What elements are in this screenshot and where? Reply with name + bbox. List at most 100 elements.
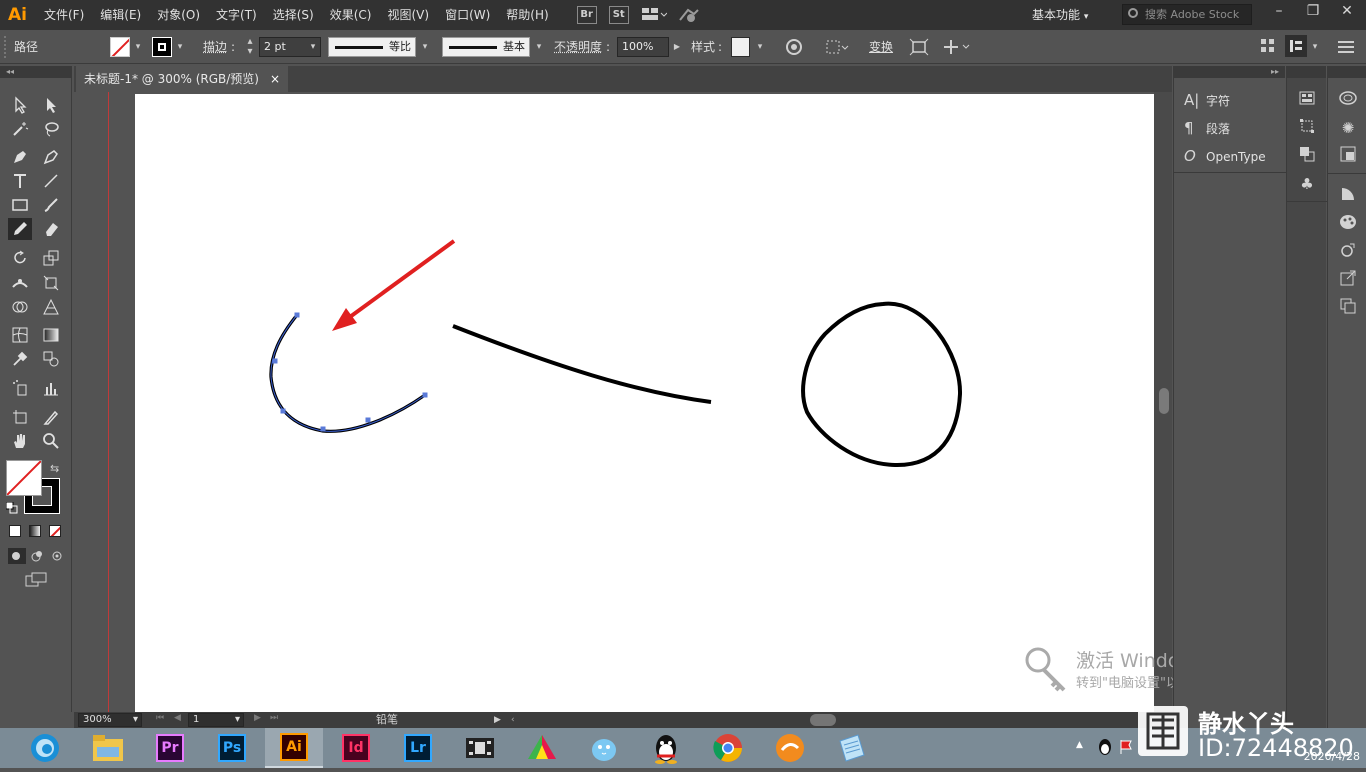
appearance-panel-icon[interactable]: ✺ (1338, 118, 1358, 138)
paintbrush-tool-icon[interactable] (39, 194, 63, 216)
direct-selection-tool-icon[interactable] (39, 94, 63, 116)
type-tool-icon[interactable] (8, 170, 32, 192)
menu-object[interactable]: 对象(O) (149, 0, 208, 30)
eraser-tool-icon[interactable] (39, 218, 63, 240)
paragraph-panel-tab[interactable]: ¶ 段落 (1184, 117, 1284, 139)
gpu-performance-icon[interactable] (677, 6, 707, 24)
first-artboard-icon[interactable]: ⏮ (156, 713, 164, 723)
column-graph-tool-icon[interactable] (39, 377, 63, 399)
chrome-icon[interactable] (699, 728, 757, 768)
stroke-label[interactable]: 描边 (203, 38, 227, 56)
shape-builder-tool-icon[interactable] (8, 296, 32, 318)
symbols-panel-icon[interactable]: ♣ (1297, 174, 1317, 194)
canvas[interactable] (74, 92, 1154, 712)
artboard[interactable] (135, 94, 1154, 712)
next-artboard-icon[interactable]: ▶ (254, 713, 261, 723)
flag-tray-icon[interactable] (1118, 738, 1136, 756)
video-editor-icon[interactable] (451, 728, 509, 768)
graphic-style-swatch[interactable] (731, 37, 750, 57)
opacity-arrow-icon[interactable]: ▶ (670, 37, 684, 57)
gradient-tool-icon[interactable] (39, 324, 63, 346)
bridge-button[interactable]: Br (576, 6, 597, 24)
last-artboard-icon[interactable]: ⏭ (270, 713, 278, 723)
fill-dropdown-icon[interactable]: ▾ (131, 37, 145, 57)
show-hidden-icons[interactable]: ▲ (1076, 740, 1083, 750)
fill-swatch[interactable] (110, 37, 130, 57)
zoom-tool-icon[interactable] (39, 430, 63, 452)
none-mode-icon[interactable] (49, 525, 61, 537)
curved-line-stroke[interactable] (452, 324, 712, 404)
close-window-button[interactable]: ✕ (1330, 0, 1364, 24)
stock-button[interactable]: St (608, 6, 629, 24)
line-segment-tool-icon[interactable] (39, 170, 63, 192)
stroke-dropdown-icon[interactable]: ▾ (173, 37, 187, 57)
rectangle-tool-icon[interactable] (8, 194, 32, 216)
artboard-number-select[interactable]: 1 ▾ (188, 713, 244, 727)
illustrator-app-button[interactable]: Ai (265, 728, 323, 768)
isolate-object-icon[interactable] (909, 38, 929, 56)
collapse-dock-icon[interactable]: ▸▸ (1174, 66, 1285, 78)
menu-effect[interactable]: 效果(C) (322, 0, 380, 30)
export-panel-icon[interactable] (1338, 270, 1358, 290)
layers-panel-icon[interactable] (1338, 298, 1358, 318)
draw-normal-icon[interactable] (8, 548, 26, 564)
zoom-level-select[interactable]: 300% ▾ (78, 713, 142, 727)
minimize-button[interactable]: – (1262, 0, 1296, 24)
default-colors-icon[interactable] (5, 501, 18, 514)
indesign-app-button[interactable]: Id (327, 728, 385, 768)
width-tool-icon[interactable] (8, 272, 32, 294)
workspace-switcher[interactable]: 基本功能 ▾ (1022, 0, 1098, 30)
menu-help[interactable]: 帮助(H) (498, 0, 556, 30)
bird-app-icon[interactable] (575, 728, 633, 768)
notepad-app-icon[interactable] (823, 728, 881, 768)
vertical-scrollbar[interactable] (1154, 92, 1172, 712)
close-tab-icon[interactable]: × (270, 66, 280, 92)
vertical-scroll-thumb[interactable] (1159, 388, 1169, 414)
fill-color-indicator[interactable] (6, 460, 42, 496)
lasso-tool-icon[interactable] (39, 118, 63, 140)
stroke-weight-stepper[interactable]: ▴ ▾ (243, 37, 257, 57)
brush-definition[interactable]: 基本 (442, 37, 530, 57)
brush-dropdown-icon[interactable]: ▾ (532, 37, 546, 57)
hand-tool-icon[interactable] (8, 430, 32, 452)
grip-handle[interactable] (4, 36, 8, 58)
orange-app-icon[interactable] (761, 728, 819, 768)
properties-panel-icon[interactable] (1297, 90, 1317, 110)
qq-icon[interactable] (637, 728, 695, 768)
opacity-label[interactable]: 不透明度 (554, 38, 602, 56)
maximize-button[interactable]: ❐ (1296, 0, 1330, 24)
stock-search-input[interactable]: 搜索 Adobe Stock (1122, 4, 1252, 25)
swap-colors-icon[interactable]: ⇆ (50, 462, 59, 475)
photoshop-app-button[interactable]: Ps (203, 728, 261, 768)
menu-select[interactable]: 选择(S) (265, 0, 322, 30)
circle-stroke[interactable] (801, 301, 963, 468)
pencil-tool-icon[interactable] (8, 218, 32, 240)
file-explorer-icon[interactable] (79, 728, 137, 768)
premiere-app-button[interactable]: Pr (141, 728, 199, 768)
opacity-input[interactable]: 100% (617, 37, 669, 57)
arrange-documents-icon[interactable] (641, 6, 671, 24)
lightroom-app-button[interactable]: Lr (389, 728, 447, 768)
stroke-weight-dropdown-icon[interactable]: ▾ (306, 37, 320, 57)
collapse-toolbox-icon[interactable]: ◂◂ (0, 66, 72, 78)
libraries-panel-icon[interactable] (1338, 90, 1358, 110)
opentype-panel-tab[interactable]: O OpenType (1184, 145, 1284, 167)
transform-button[interactable]: 变换 (869, 38, 893, 56)
grid-view-icon[interactable] (1260, 38, 1276, 54)
character-panel-tab[interactable]: A| 字符 (1184, 89, 1284, 111)
colorful-app-icon[interactable] (513, 728, 571, 768)
perspective-grid-tool-icon[interactable] (39, 296, 63, 318)
pathfinder-panel-icon[interactable] (1297, 146, 1317, 166)
edge-browser-icon[interactable] (16, 728, 74, 768)
menu-file[interactable]: 文件(F) (36, 0, 92, 30)
panel-menu-icon[interactable] (1285, 35, 1307, 57)
panel-menu-dropdown-icon[interactable]: ▾ (1308, 37, 1322, 57)
gradient-mode-icon[interactable] (29, 525, 41, 537)
hamburger-menu-icon[interactable] (1336, 38, 1356, 56)
curvature-tool-icon[interactable] (39, 146, 63, 168)
document-tab[interactable]: 未标题-1* @ 300% (RGB/预览) × (76, 66, 288, 92)
profile-dropdown-icon[interactable]: ▾ (418, 37, 432, 57)
menu-window[interactable]: 窗口(W) (437, 0, 498, 30)
pen-tool-icon[interactable] (8, 146, 32, 168)
horizontal-scroll-thumb[interactable] (810, 714, 836, 726)
